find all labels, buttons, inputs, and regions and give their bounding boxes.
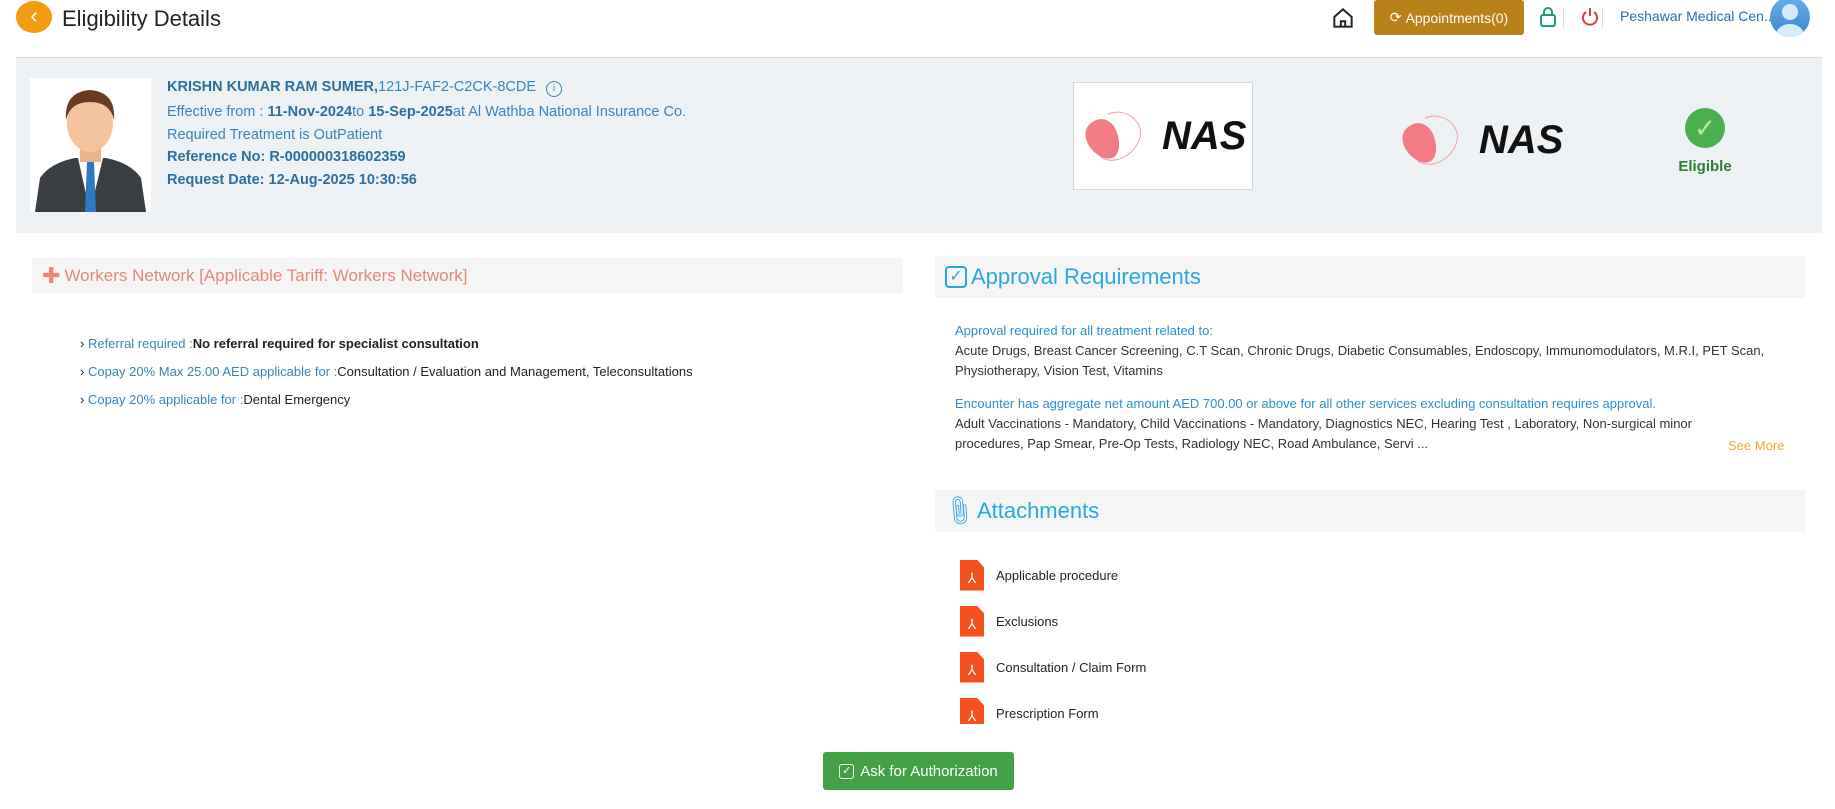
back-button[interactable]: ‹ bbox=[16, 1, 52, 33]
divider bbox=[1602, 8, 1603, 28]
network-item: › Copay 20% Max 25.00 AED applicable for… bbox=[80, 364, 693, 379]
appointments-button[interactable]: ⟳ Appointments(0) bbox=[1374, 0, 1524, 35]
approval-section-header: ✓ Approval Requirements bbox=[935, 256, 1805, 298]
pdf-icon: ⅄ bbox=[960, 697, 984, 724]
facility-name[interactable]: Peshawar Medical Cen... bbox=[1620, 8, 1776, 24]
approval-list: Acute Drugs, Breast Cancer Screening, C.… bbox=[955, 343, 1765, 378]
network-item: › Referral required :No referral require… bbox=[80, 336, 479, 351]
chevron-left-icon: ‹ bbox=[30, 3, 38, 28]
patient-name-line: KRISHN KUMAR RAM SUMER,121J-FAF2-C2CK-8C… bbox=[167, 79, 563, 97]
network-section-header: ✚ Workers Network [Applicable Tariff: Wor… bbox=[32, 258, 903, 293]
treatment-type: Required Treatment is OutPatient bbox=[167, 127, 383, 143]
attachment-item[interactable]: ⅄ Applicable procedure bbox=[960, 552, 1360, 598]
pdf-icon: ⅄ bbox=[960, 559, 984, 591]
eligibility-status: ✓ Eligible bbox=[1678, 108, 1732, 175]
attachment-item[interactable]: ⅄ Consultation / Claim Form bbox=[960, 644, 1360, 690]
check-circle-icon: ✓ bbox=[1685, 108, 1725, 148]
medical-cross-icon: ✚ bbox=[42, 262, 61, 288]
nas-logo-icon bbox=[1402, 115, 1458, 165]
receiver-logo: NAS bbox=[1395, 110, 1563, 170]
payer-logo: NAS bbox=[1073, 82, 1253, 190]
approval-heading: Approval required for all treatment rela… bbox=[955, 323, 1213, 338]
page-title: Eligibility Details bbox=[62, 6, 221, 31]
info-icon[interactable]: i bbox=[546, 81, 563, 97]
nas-logo-icon bbox=[1085, 111, 1141, 161]
patient-id: 121J-FAF2-C2CK-8CDE bbox=[378, 79, 536, 95]
attachment-item[interactable]: ⅄ Exclusions bbox=[960, 598, 1360, 644]
lock-icon[interactable] bbox=[1538, 6, 1558, 28]
appointments-icon: ⟳ bbox=[1389, 9, 1402, 25]
request-date: Request Date: 12-Aug-2025 10:30:56 bbox=[167, 172, 417, 188]
patient-photo bbox=[30, 78, 151, 212]
user-avatar[interactable] bbox=[1770, 0, 1810, 37]
attachments-section-header: 📎︎ Attachments bbox=[935, 490, 1805, 532]
network-item: › Copay 20% applicable for :Dental Emerg… bbox=[80, 392, 351, 407]
home-icon[interactable] bbox=[1330, 5, 1356, 31]
approval-list: Adult Vaccinations - Mandatory, Child Va… bbox=[955, 416, 1692, 451]
checkbox-icon: ✓ bbox=[945, 266, 967, 288]
reference-number: Reference No: R-000000318602359 bbox=[167, 149, 406, 165]
pdf-icon: ⅄ bbox=[960, 605, 984, 637]
divider bbox=[1563, 8, 1564, 28]
approval-heading: Encounter has aggregate net amount AED 7… bbox=[955, 396, 1656, 411]
checkbox-icon: ✓ bbox=[839, 763, 855, 779]
see-more-link[interactable]: See More bbox=[1728, 438, 1784, 453]
attachment-item[interactable]: ⅄ Prescription Form bbox=[960, 690, 1360, 724]
attachments-list: ⅄ Applicable procedure ⅄ Exclusions ⅄ Consu… bbox=[960, 552, 1360, 724]
pdf-icon: ⅄ bbox=[960, 651, 984, 683]
ask-authorization-button[interactable]: ✓ Ask for Authorization bbox=[823, 752, 1014, 790]
power-icon[interactable] bbox=[1580, 6, 1600, 28]
effective-dates: Effective from : 11-Nov-2024to 15-Sep-20… bbox=[167, 104, 687, 120]
paperclip-icon: 📎︎ bbox=[940, 492, 979, 530]
patient-name: KRISHN KUMAR RAM SUMER, bbox=[167, 79, 379, 95]
